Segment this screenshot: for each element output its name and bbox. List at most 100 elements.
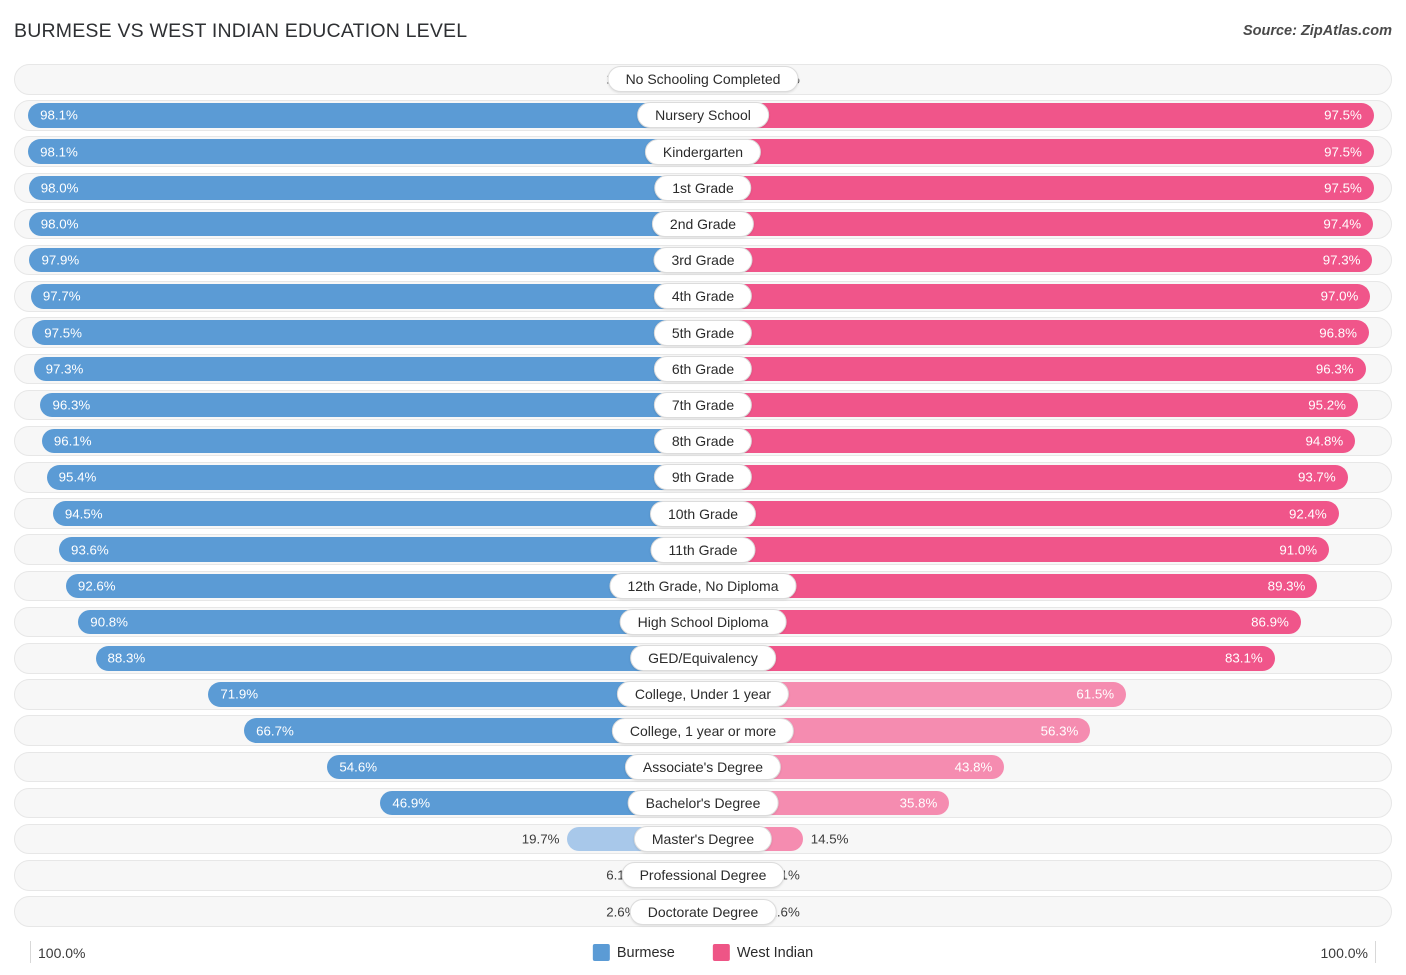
table-row[interactable]: 97.5% 96.8% 5th Grade — [14, 317, 1392, 348]
table-row[interactable]: 98.0% 97.4% 2nd Grade — [14, 208, 1392, 240]
burmese-value-label: 97.9% — [41, 252, 80, 268]
table-row[interactable]: 66.7% 56.3% College, 1 year or more — [14, 715, 1392, 746]
burmese-half: 95.4% — [15, 465, 703, 490]
west-indian-bar[interactable]: 97.5% — [703, 175, 1374, 201]
table-row[interactable]: 1.9%2.5%No Schooling Completed — [14, 64, 1392, 95]
legend-item-west-indian[interactable]: West Indian — [712, 944, 813, 961]
west-indian-half: 14.5% — [703, 826, 1391, 852]
burmese-bar[interactable]: 96.3% — [40, 392, 703, 418]
burmese-bar[interactable]: 97.5% — [32, 320, 703, 345]
burmese-half: 92.6% — [15, 573, 703, 599]
west-indian-half: 83.1% — [703, 646, 1391, 671]
west-indian-value-label: 97.0% — [1320, 288, 1359, 304]
table-row[interactable]: 98.1% 97.5% Kindergarten — [14, 136, 1392, 167]
chart-header: Burmese vs West Indian Education Level S… — [0, 0, 1406, 58]
west-indian-bar[interactable]: 86.9% — [703, 609, 1301, 635]
table-row[interactable]: 96.1% 94.8% 8th Grade — [14, 425, 1392, 457]
burmese-bar[interactable]: 98.1% — [28, 103, 703, 128]
table-row[interactable]: 19.7% 14.5% Master's Degree — [14, 823, 1392, 855]
category-label: Doctorate Degree — [629, 898, 777, 925]
west-indian-half: 97.5% — [703, 175, 1391, 201]
west-indian-half: 56.3% — [703, 718, 1391, 743]
table-row[interactable]: 94.5% 92.4% 10th Grade — [14, 498, 1392, 529]
burmese-value-label: 98.0% — [40, 180, 79, 196]
west-indian-value-label: 35.8% — [899, 795, 938, 811]
burmese-bar[interactable]: 88.3% — [95, 646, 703, 671]
category-label: 2nd Grade — [651, 211, 755, 237]
table-row[interactable]: 92.6% 89.3% 12th Grade, No Diploma — [14, 570, 1392, 602]
west-indian-value-label: 89.3% — [1267, 578, 1306, 594]
west-indian-bar[interactable]: 96.8% — [703, 320, 1369, 345]
west-indian-value-label: 97.5% — [1324, 107, 1362, 123]
burmese-half: 94.5% — [15, 501, 703, 526]
table-row[interactable]: 95.4% 93.7% 9th Grade — [14, 462, 1392, 493]
table-row[interactable]: 54.6% 43.8% Associate's Degree — [14, 751, 1392, 783]
burmese-bar[interactable]: 98.0% — [28, 175, 703, 201]
west-indian-bar[interactable]: 91.0% — [703, 537, 1330, 562]
burmese-half: 1.9% — [15, 67, 703, 92]
burmese-value-label: 93.6% — [71, 542, 109, 558]
table-row[interactable]: 88.3% 83.1% GED/Equivalency — [14, 643, 1392, 674]
west-indian-value-label: 92.4% — [1289, 505, 1327, 521]
burmese-bar[interactable]: 97.9% — [29, 247, 703, 273]
table-row[interactable]: 71.9% 61.5% College, Under 1 year — [14, 679, 1392, 710]
axis-label-left: 100.0% — [38, 945, 86, 961]
table-row[interactable]: 98.1% 97.5% Nursery School — [14, 100, 1392, 131]
west-indian-bar[interactable]: 97.3% — [703, 247, 1373, 273]
table-row[interactable]: 90.8% 86.9% High School Diploma — [14, 606, 1392, 638]
category-label: 7th Grade — [653, 391, 753, 418]
table-row[interactable]: 97.9% 97.3% 3rd Grade — [14, 244, 1392, 276]
page-title: Burmese vs West Indian Education Level — [14, 20, 468, 42]
legend-swatch-icon — [592, 944, 610, 961]
burmese-bar[interactable]: 93.6% — [59, 537, 703, 562]
table-row[interactable]: 46.9% 35.8% Bachelor's Degree — [14, 787, 1392, 819]
west-indian-bar[interactable]: 97.5% — [703, 139, 1374, 164]
burmese-half: 66.7% — [15, 718, 703, 743]
burmese-bar[interactable]: 97.3% — [33, 356, 703, 381]
table-row[interactable]: 2.6% 1.6% Doctorate Degree — [14, 896, 1392, 927]
west-indian-value-label: 97.4% — [1323, 216, 1362, 232]
west-indian-half: 97.0% — [703, 284, 1391, 309]
west-indian-value-label: 94.8% — [1305, 433, 1344, 449]
west-indian-half: 97.4% — [703, 211, 1391, 237]
category-label: GED/Equivalency — [630, 645, 776, 672]
burmese-bar[interactable]: 95.4% — [46, 465, 703, 490]
table-row[interactable]: 98.0% 97.5% 1st Grade — [14, 172, 1392, 204]
burmese-half: 2.6% — [15, 899, 703, 924]
west-indian-bar[interactable]: 93.7% — [703, 465, 1348, 490]
west-indian-half: 97.5% — [703, 103, 1391, 128]
burmese-half: 6.1% — [15, 863, 703, 888]
category-label: College, 1 year or more — [611, 717, 795, 744]
burmese-half: 54.6% — [15, 754, 703, 780]
burmese-bar[interactable]: 96.1% — [41, 428, 703, 454]
burmese-bar[interactable]: 94.5% — [52, 501, 703, 526]
west-indian-bar[interactable]: 94.8% — [703, 428, 1356, 454]
west-indian-bar[interactable]: 97.4% — [703, 211, 1374, 237]
category-label: College, Under 1 year — [616, 681, 790, 708]
burmese-bar[interactable]: 92.6% — [65, 573, 703, 599]
burmese-bar[interactable]: 98.1% — [28, 139, 703, 164]
axis-label-right: 100.0% — [1320, 945, 1368, 961]
west-indian-bar[interactable]: 83.1% — [703, 646, 1275, 671]
legend-item-burmese[interactable]: Burmese — [592, 944, 675, 961]
table-row[interactable]: 97.3% 96.3% 6th Grade — [14, 353, 1392, 384]
west-indian-half: 94.8% — [703, 428, 1391, 454]
west-indian-bar[interactable]: 97.5% — [703, 103, 1374, 128]
west-indian-bar[interactable]: 96.3% — [703, 356, 1366, 381]
west-indian-bar[interactable]: 97.0% — [703, 284, 1371, 309]
west-indian-value-label: 83.1% — [1225, 650, 1263, 666]
category-label: No Schooling Completed — [607, 66, 799, 93]
west-indian-bar[interactable]: 92.4% — [703, 501, 1339, 526]
burmese-bar[interactable]: 97.7% — [30, 284, 703, 309]
table-row[interactable]: 93.6% 91.0% 11th Grade — [14, 534, 1392, 565]
west-indian-value-label: 93.7% — [1297, 469, 1336, 485]
table-row[interactable]: 97.7% 97.0% 4th Grade — [14, 281, 1392, 312]
west-indian-value-label: 97.5% — [1324, 180, 1362, 196]
west-indian-bar[interactable]: 95.2% — [703, 392, 1358, 418]
west-indian-value-label: 43.8% — [954, 759, 993, 775]
burmese-half: 98.0% — [15, 175, 703, 201]
burmese-bar[interactable]: 98.0% — [28, 211, 703, 237]
table-row[interactable]: 6.1%4.1%Professional Degree — [14, 860, 1392, 891]
burmese-bar[interactable]: 90.8% — [78, 609, 703, 635]
table-row[interactable]: 96.3% 95.2% 7th Grade — [14, 389, 1392, 421]
